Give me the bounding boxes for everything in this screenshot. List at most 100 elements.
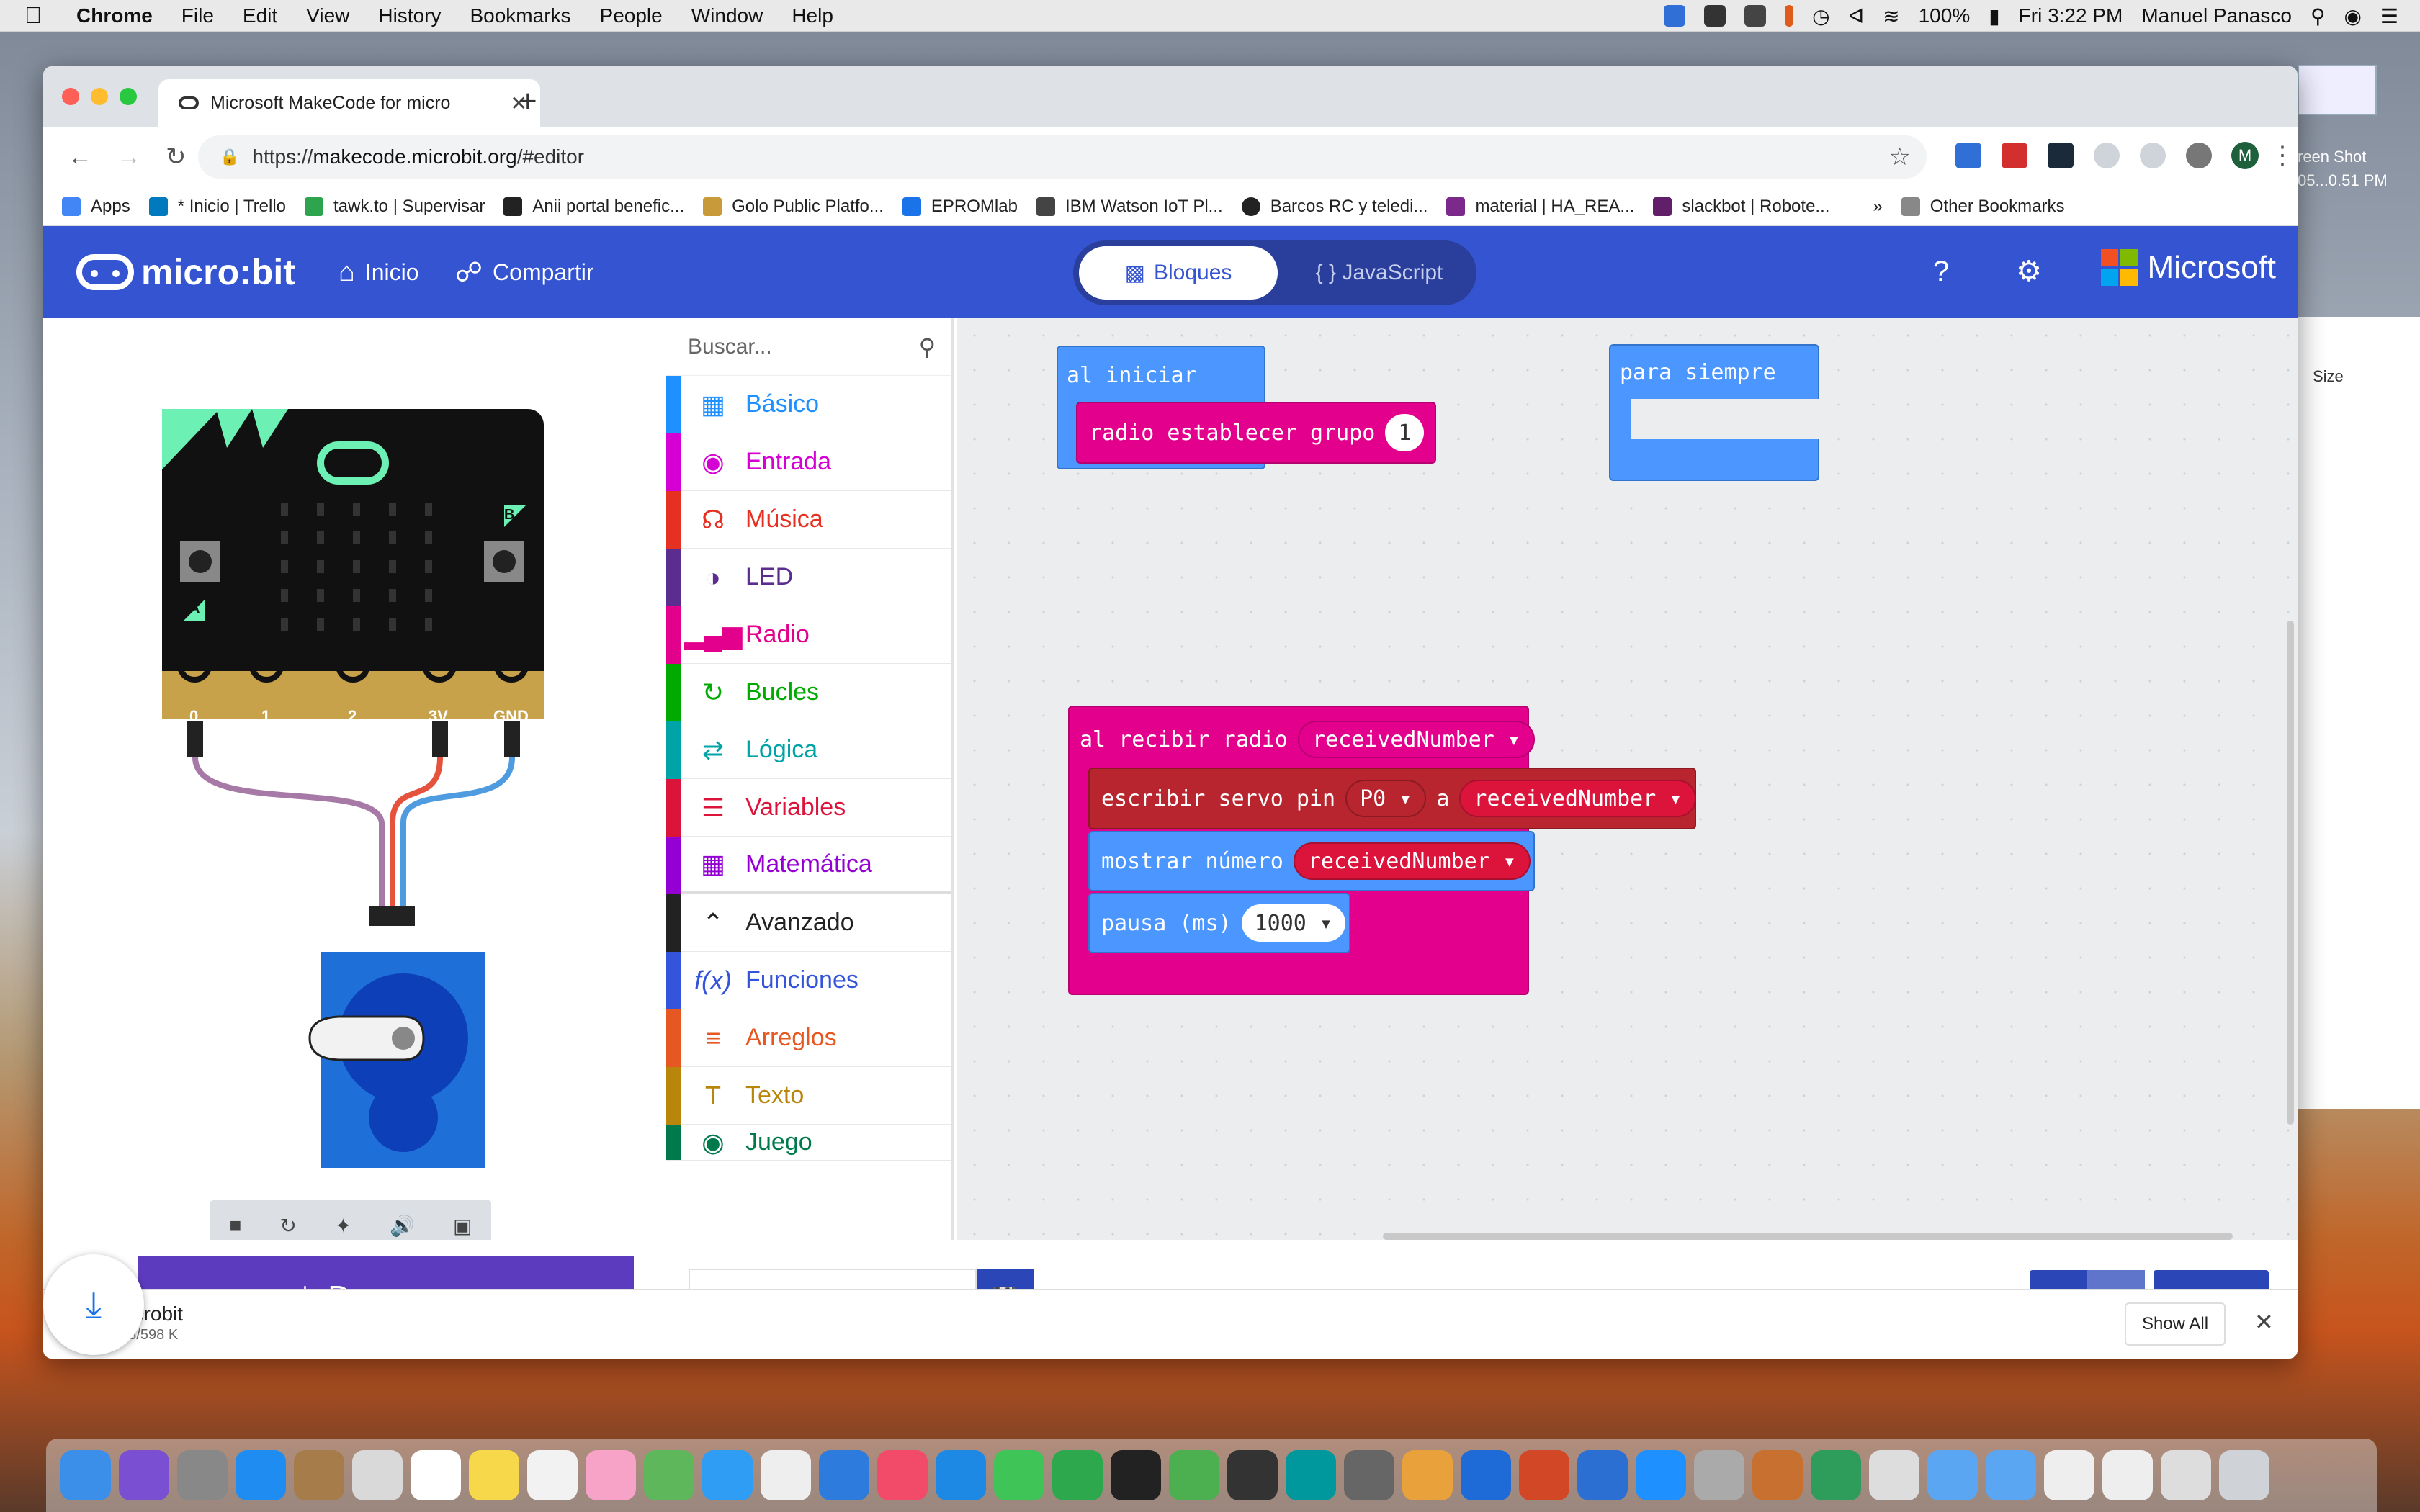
teamviewer-status-icon[interactable] (1664, 5, 1686, 27)
fusion-360-icon[interactable] (1402, 1450, 1453, 1500)
time-machine-icon[interactable]: ◷ (1812, 4, 1829, 28)
servo-write-block[interactable]: escribir servo pin P0 ▾ a receivedNumber… (1088, 768, 1697, 829)
documents-folder-icon[interactable] (1986, 1450, 2036, 1500)
home-button[interactable]: ⌂ Inicio (339, 257, 419, 288)
chrome-icon[interactable] (1169, 1450, 1219, 1500)
chrome-menu-icon[interactable]: ⋮ (2270, 141, 2295, 170)
reminders-icon[interactable] (527, 1450, 578, 1500)
facetime-icon[interactable] (994, 1450, 1044, 1500)
other-bookmarks[interactable]: Other Bookmarks (1901, 197, 2065, 217)
extension-b-icon[interactable] (2140, 143, 2166, 168)
search-input[interactable]: Buscar... (688, 335, 772, 359)
toolbox-game[interactable]: ◉ Juego (666, 1125, 951, 1161)
menu-history[interactable]: History (378, 4, 441, 27)
toolbox-music[interactable]: ☊ Música (666, 491, 951, 549)
close-window-button[interactable] (62, 88, 79, 105)
bookmark-epromlab[interactable]: EPROMlab (902, 197, 1018, 217)
bookmark-apps[interactable]: Apps (62, 197, 130, 217)
powerpoint-icon[interactable] (1519, 1450, 1569, 1500)
applications-folder-icon[interactable] (1927, 1450, 1978, 1500)
calendar-icon[interactable] (411, 1450, 461, 1500)
minimize-window-button[interactable] (91, 88, 108, 105)
clock[interactable]: Fri 3:22 PM (2019, 4, 2123, 27)
launchpad-icon[interactable] (177, 1450, 228, 1500)
profile-avatar[interactable]: M (2231, 142, 2259, 169)
parallels-status-icon[interactable] (1785, 5, 1794, 27)
arduino-icon[interactable] (1286, 1450, 1336, 1500)
apple-icon[interactable]:  (24, 2, 49, 29)
servo-value-variable[interactable]: receivedNumber ▾ (1459, 780, 1697, 817)
pause-value[interactable]: 1000 ▾ (1241, 904, 1345, 942)
servo-pin-dropdown[interactable]: P0 ▾ (1345, 780, 1427, 817)
music-icon[interactable] (877, 1450, 928, 1500)
numbers-icon[interactable] (1052, 1450, 1103, 1500)
microsoft-logo[interactable]: Microsoft (2100, 249, 2276, 286)
extension-trello-icon[interactable] (1955, 143, 1981, 168)
blocks-tab[interactable]: ▩ Bloques (1079, 246, 1278, 300)
photos-icon[interactable] (586, 1450, 636, 1500)
windows-icon[interactable] (1636, 1450, 1686, 1500)
bookmark-anii[interactable]: Anii portal benefic... (503, 197, 684, 217)
screenshot-stack-icon[interactable] (2044, 1450, 2094, 1500)
messages-icon[interactable] (702, 1450, 753, 1500)
maximize-window-button[interactable] (120, 88, 137, 105)
wifi-icon[interactable]: ≋ (1883, 4, 1899, 28)
back-icon[interactable]: ← (68, 143, 92, 171)
workspace-horizontal-scrollbar[interactable] (1383, 1233, 2233, 1240)
menu-app-name[interactable]: Chrome (76, 4, 153, 27)
safari-icon[interactable] (236, 1450, 286, 1500)
gear-icon[interactable]: ⚙ (2011, 253, 2047, 289)
app-icon[interactable] (352, 1450, 403, 1500)
toolbox-input[interactable]: ◉ Entrada (666, 433, 951, 491)
toolbox-arrays[interactable]: ≡ Arreglos (666, 1009, 951, 1067)
forward-icon[interactable]: → (117, 143, 141, 171)
remote-desktop-icon[interactable] (1577, 1450, 1628, 1500)
finder-icon[interactable] (60, 1450, 111, 1500)
show-all-button[interactable]: Show All (2125, 1302, 2226, 1346)
search-box[interactable]: Buscar... ⚲ (666, 318, 951, 376)
menu-file[interactable]: File (182, 4, 214, 27)
github-icon[interactable] (1111, 1450, 1161, 1500)
bookmark-ibm-watson[interactable]: IBM Watson IoT Pl... (1036, 197, 1223, 217)
battery-icon[interactable]: ▮ (1989, 4, 1999, 28)
toolbox-variables[interactable]: ☰ Variables (666, 779, 951, 837)
bookmarks-overflow[interactable]: » (1873, 197, 1882, 217)
toolbox-radio[interactable]: ▂▄▆ Radio (666, 606, 951, 664)
javascript-tab[interactable]: { } JavaScript (1289, 246, 1469, 300)
show-number-block[interactable]: mostrar número receivedNumber ▾ (1088, 831, 1535, 891)
toolbox-led[interactable]: ◑ LED (666, 549, 951, 606)
trash-icon[interactable] (2219, 1450, 2269, 1500)
app-store-icon[interactable] (936, 1450, 986, 1500)
menu-window[interactable]: Window (691, 4, 763, 27)
extension-a-icon[interactable] (2094, 143, 2120, 168)
url-field[interactable]: 🔒 https:// makecode.microbit.org /#edito… (198, 135, 1927, 179)
bookmark-golo[interactable]: Golo Public Platfo... (703, 197, 884, 217)
keynote-icon[interactable] (819, 1450, 869, 1500)
toolbox-logic[interactable]: ⇄ Lógica (666, 721, 951, 779)
siri-icon[interactable] (119, 1450, 169, 1500)
toolbox-text[interactable]: T Texto (666, 1067, 951, 1125)
download-progress-icon[interactable]: ⤓ (43, 1254, 144, 1355)
toolbox-advanced[interactable]: ⌃ Avanzado (666, 894, 951, 952)
bookmark-material[interactable]: material | HA_REA... (1446, 197, 1634, 217)
contacts-icon[interactable] (294, 1450, 344, 1500)
obs-icon[interactable] (1227, 1450, 1278, 1500)
bookmark-slackbot[interactable]: slackbot | Robote... (1653, 197, 1829, 217)
menu-bookmarks[interactable]: Bookmarks (470, 4, 570, 27)
received-number-param[interactable]: receivedNumber ▾ (1297, 721, 1535, 758)
radio-group-value[interactable]: 1 (1385, 414, 1425, 451)
close-shelf-icon[interactable]: ✕ (2254, 1308, 2274, 1336)
menu-edit[interactable]: Edit (243, 4, 277, 27)
notes-icon[interactable] (469, 1450, 519, 1500)
stop-icon[interactable]: ■ (229, 1214, 241, 1237)
menu-help[interactable]: Help (792, 4, 833, 27)
microbit-simulator[interactable] (43, 318, 666, 1182)
spotlight-icon[interactable]: ⚲ (2311, 4, 2326, 28)
eagle-icon[interactable] (1752, 1450, 1803, 1500)
extension-cors-icon[interactable] (2002, 143, 2027, 168)
preview-icon[interactable] (761, 1450, 811, 1500)
blocks-workspace[interactable]: al iniciar radio establecer grupo 1 para… (957, 318, 2298, 1240)
screenshot-thumbnail[interactable] (2298, 65, 2377, 115)
help-icon[interactable]: ? (1923, 253, 1959, 289)
menu-people[interactable]: People (600, 4, 663, 27)
